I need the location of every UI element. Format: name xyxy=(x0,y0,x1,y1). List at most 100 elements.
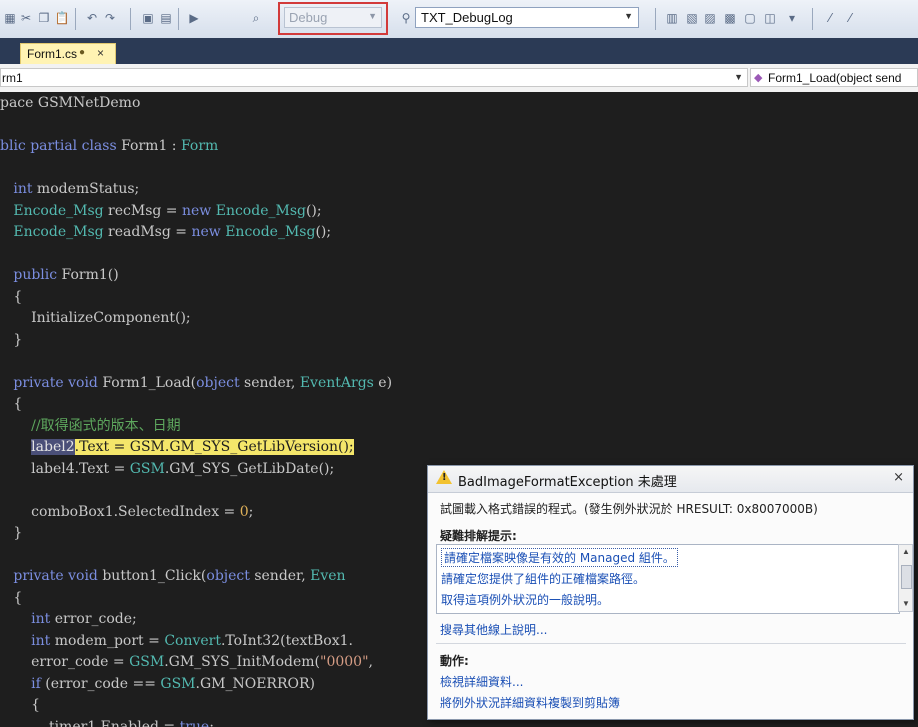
undo-icon[interactable]: ↶ xyxy=(84,10,100,26)
copy-exception-link[interactable]: 將例外狀況詳細資料複製到剪貼簿 xyxy=(440,694,620,711)
copy-icon[interactable]: ❐ xyxy=(36,10,52,26)
code-line: } xyxy=(0,329,22,351)
actions-heading: 動作: xyxy=(440,654,469,668)
code-token: { xyxy=(0,396,23,412)
tip-link[interactable]: 請確定您提供了組件的正確檔案路徑。 xyxy=(441,570,645,587)
code-line: int modem_port = Convert.ToInt32(textBox… xyxy=(0,630,353,652)
code-token: Even xyxy=(310,568,346,584)
code-token: Encode_Msg xyxy=(0,202,109,219)
code-token: Form xyxy=(180,138,219,154)
code-token: (error_code == xyxy=(45,675,161,692)
close-icon[interactable]: × xyxy=(97,46,104,60)
troubleshooting-tips-list: 請確定檔案映像是有效的 Managed 組件。 請確定您提供了組件的正確檔案路徑… xyxy=(436,544,900,614)
find-in-files-icon[interactable]: ⌕ xyxy=(248,10,264,26)
code-token: } xyxy=(0,525,23,541)
exception-message: 試圖載入格式錯誤的程式。(發生例外狀況於 HRESULT: 0x8007000B… xyxy=(440,502,818,516)
find-target-dropdown[interactable]: TXT_DebugLog ▼ xyxy=(415,7,639,28)
warning-icon xyxy=(436,470,452,484)
paste-icon[interactable]: 📋 xyxy=(54,10,70,26)
code-token: int xyxy=(0,181,37,197)
tab-form1-cs[interactable]: Form1.cs ● × xyxy=(20,43,116,64)
code-token: { xyxy=(0,589,23,606)
code-token: Encode_Msg xyxy=(0,224,109,240)
save-icon[interactable]: ▣ xyxy=(140,10,156,26)
find-icon[interactable]: ⚲ xyxy=(398,10,414,26)
code-token: private xyxy=(0,568,69,584)
document-tab-strip: Form1.cs ● × xyxy=(0,38,918,64)
target-value: TXT_DebugLog xyxy=(421,10,513,25)
scroll-thumb[interactable] xyxy=(901,565,912,589)
code-token: .GM_SYS_GetLibVersion(); xyxy=(164,439,354,455)
class-dropdown-value: rm1 xyxy=(2,71,23,85)
window-icon[interactable]: ◫ xyxy=(762,10,778,26)
close-icon[interactable]: × xyxy=(893,470,904,485)
code-token: , xyxy=(368,654,378,670)
tip-link[interactable]: 請確定檔案映像是有效的 Managed 組件。 xyxy=(441,548,678,567)
toolbar-separator xyxy=(75,8,76,30)
code-token: comboBox1.SelectedIndex = xyxy=(0,503,240,520)
code-line: { xyxy=(0,286,22,308)
code-token: Form1() xyxy=(61,267,119,283)
code-token: .GM_NOERROR) xyxy=(195,675,315,692)
redo-icon[interactable]: ↷ xyxy=(102,10,118,26)
code-line: Encode_Msg recMsg = new Encode_Msg(); xyxy=(0,200,321,222)
class-dropdown[interactable]: rm1 ▼ xyxy=(0,68,748,87)
code-line: private void button1_Click(object sender… xyxy=(0,565,346,587)
code-token: int xyxy=(0,632,55,649)
view-detail-link[interactable]: 檢視詳細資料... xyxy=(440,673,523,690)
start-debug-icon[interactable]: ▶ xyxy=(186,10,202,26)
popup-header: BadImageFormatException 未處理 × xyxy=(428,466,913,493)
code-token: new xyxy=(181,202,216,219)
comment-icon[interactable]: ⁄ xyxy=(822,10,838,26)
scroll-down-icon[interactable]: ▼ xyxy=(902,599,910,608)
highlight-annotation xyxy=(278,2,388,35)
code-token: GSM xyxy=(129,460,165,477)
toolbox-icon[interactable]: ▨ xyxy=(702,10,718,26)
member-dropdown[interactable]: ◆ Form1_Load(object send xyxy=(750,68,918,87)
scroll-up-icon[interactable]: ▲ xyxy=(902,547,910,556)
code-token: Encode_Msg xyxy=(215,202,306,219)
code-token: .GM_SYS_InitModem( xyxy=(164,654,320,670)
start-page-icon[interactable]: ▢ xyxy=(742,10,758,26)
navigate-icon[interactable]: ▤ xyxy=(158,10,174,26)
object-browser-icon[interactable]: ▧ xyxy=(684,10,700,26)
chevron-down-icon: ▼ xyxy=(734,72,743,82)
tip-link[interactable]: 取得這項例外狀況的一般說明。 xyxy=(441,591,609,608)
properties-icon[interactable]: ▥ xyxy=(664,10,680,26)
code-line: error_code = GSM.GM_SYS_InitModem("0000"… xyxy=(0,651,377,673)
code-line: pace GSMNetDemo xyxy=(0,92,140,114)
cut-icon[interactable]: ✂ xyxy=(18,10,34,26)
code-token: InitializeComponent(); xyxy=(0,310,191,326)
code-line: private void Form1_Load(object sender, E… xyxy=(0,372,392,394)
code-token: label4.Text = xyxy=(0,460,130,477)
uncomment-icon[interactable]: ⁄ xyxy=(842,10,858,26)
code-line: comboBox1.SelectedIndex = 0; xyxy=(0,501,253,523)
code-token: modem_port = xyxy=(54,632,165,649)
overflow-icon[interactable]: ▾ xyxy=(784,10,800,26)
search-online-link[interactable]: 搜尋其他線上說明... xyxy=(440,621,547,638)
code-token: private xyxy=(0,374,69,391)
code-token: public xyxy=(0,267,62,283)
solution-icon[interactable]: ▦ xyxy=(2,10,18,26)
code-token: EventArgs xyxy=(299,374,379,391)
tips-heading: 疑難排解提示: xyxy=(440,529,517,543)
code-token: class xyxy=(81,138,122,154)
code-line: { xyxy=(0,694,40,716)
code-line: timer1.Enabled = true; xyxy=(0,716,214,727)
chevron-down-icon: ▼ xyxy=(624,11,633,21)
code-token: object xyxy=(196,374,245,391)
code-line: blic partial class Form1 : Form xyxy=(0,135,218,157)
code-token: readMsg = xyxy=(108,224,192,240)
code-token: .GM_SYS_GetLibDate(); xyxy=(164,460,335,477)
code-line: InitializeComponent(); xyxy=(0,307,191,329)
code-token: ; xyxy=(248,503,254,520)
code-line: int modemStatus; xyxy=(0,178,139,200)
code-token: error_code = xyxy=(0,654,130,670)
class-view-icon[interactable]: ▩ xyxy=(722,10,738,26)
navigation-bar: rm1 ▼ ◆ Form1_Load(object send xyxy=(0,64,918,93)
tips-scrollbar[interactable]: ▲ ▼ xyxy=(898,544,913,612)
code-line: //取得函式的版本、日期 xyxy=(0,415,180,437)
code-token: Form1_Load( xyxy=(102,374,197,391)
code-token: error_code; xyxy=(54,611,137,627)
code-line: public Form1() xyxy=(0,264,119,286)
